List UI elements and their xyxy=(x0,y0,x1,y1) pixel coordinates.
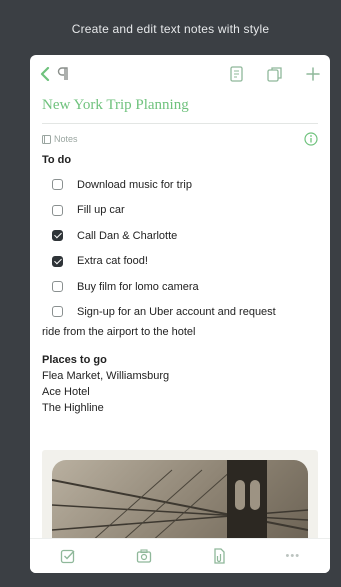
photo-attachment[interactable] xyxy=(42,450,318,550)
todo-label-continued: ride from the airport to the hotel xyxy=(42,325,196,338)
checkbox-icon[interactable] xyxy=(52,179,63,191)
note-body[interactable]: To do Download music for trip Fill up ca… xyxy=(30,154,330,416)
checkbox-checked-icon[interactable] xyxy=(52,255,63,267)
top-toolbar xyxy=(30,55,330,93)
place-item: Ace Hotel xyxy=(42,385,90,398)
checkbox-icon[interactable] xyxy=(52,281,63,293)
bottom-toolbar: ••• xyxy=(30,538,330,573)
todo-label: Download music for trip xyxy=(77,178,192,191)
todo-label: Extra cat food! xyxy=(77,255,148,268)
todo-item[interactable]: Download music for trip xyxy=(42,172,318,198)
bridge-photo xyxy=(52,460,308,550)
todo-label: Buy film for lomo camera xyxy=(77,280,199,293)
places-heading: Places to go xyxy=(42,353,107,366)
checkbox-checked-icon[interactable] xyxy=(52,230,63,242)
note-title[interactable]: New York Trip Planning xyxy=(30,93,330,123)
attachment-icon[interactable] xyxy=(212,548,226,564)
checkbox-icon[interactable] xyxy=(60,548,76,564)
more-icon[interactable]: ••• xyxy=(286,550,301,562)
todo-item[interactable]: Fill up car xyxy=(42,198,318,224)
todo-heading: To do xyxy=(42,154,72,166)
chevron-left-icon[interactable] xyxy=(40,67,50,81)
place-item: The Highline xyxy=(42,401,104,414)
notebook-name: Notes xyxy=(54,134,78,144)
share-note-icon[interactable] xyxy=(267,66,282,82)
camera-icon[interactable] xyxy=(136,548,152,564)
paragraph-icon[interactable] xyxy=(56,67,68,81)
places-section: Places to go Flea Market, Williamsburg A… xyxy=(42,354,318,416)
todo-label: Sign-up for an Uber account and request xyxy=(77,305,276,318)
notebook-row[interactable]: Notes xyxy=(30,124,330,154)
todo-label: Call Dan & Charlotte xyxy=(77,229,178,242)
checkbox-icon[interactable] xyxy=(52,306,63,318)
note-edit-icon[interactable] xyxy=(230,66,243,82)
todo-item[interactable]: Sign-up for an Uber account and request … xyxy=(42,302,318,342)
todo-item[interactable]: Extra cat food! xyxy=(42,249,318,275)
todo-label: Fill up car xyxy=(77,204,125,217)
banner-text: Create and edit text notes with style xyxy=(71,22,270,36)
todo-item[interactable]: Buy film for lomo camera xyxy=(42,274,318,300)
phone-screen: New York Trip Planning Notes To do Downl… xyxy=(30,55,330,573)
todo-item[interactable]: Call Dan & Charlotte xyxy=(42,223,318,249)
app-store-banner: Create and edit text notes with style xyxy=(0,0,341,58)
info-icon[interactable] xyxy=(304,132,318,146)
place-item: Flea Market, Williamsburg xyxy=(42,369,170,382)
checkbox-icon[interactable] xyxy=(52,204,63,216)
notebook-icon xyxy=(42,134,51,144)
plus-icon[interactable] xyxy=(306,67,320,81)
